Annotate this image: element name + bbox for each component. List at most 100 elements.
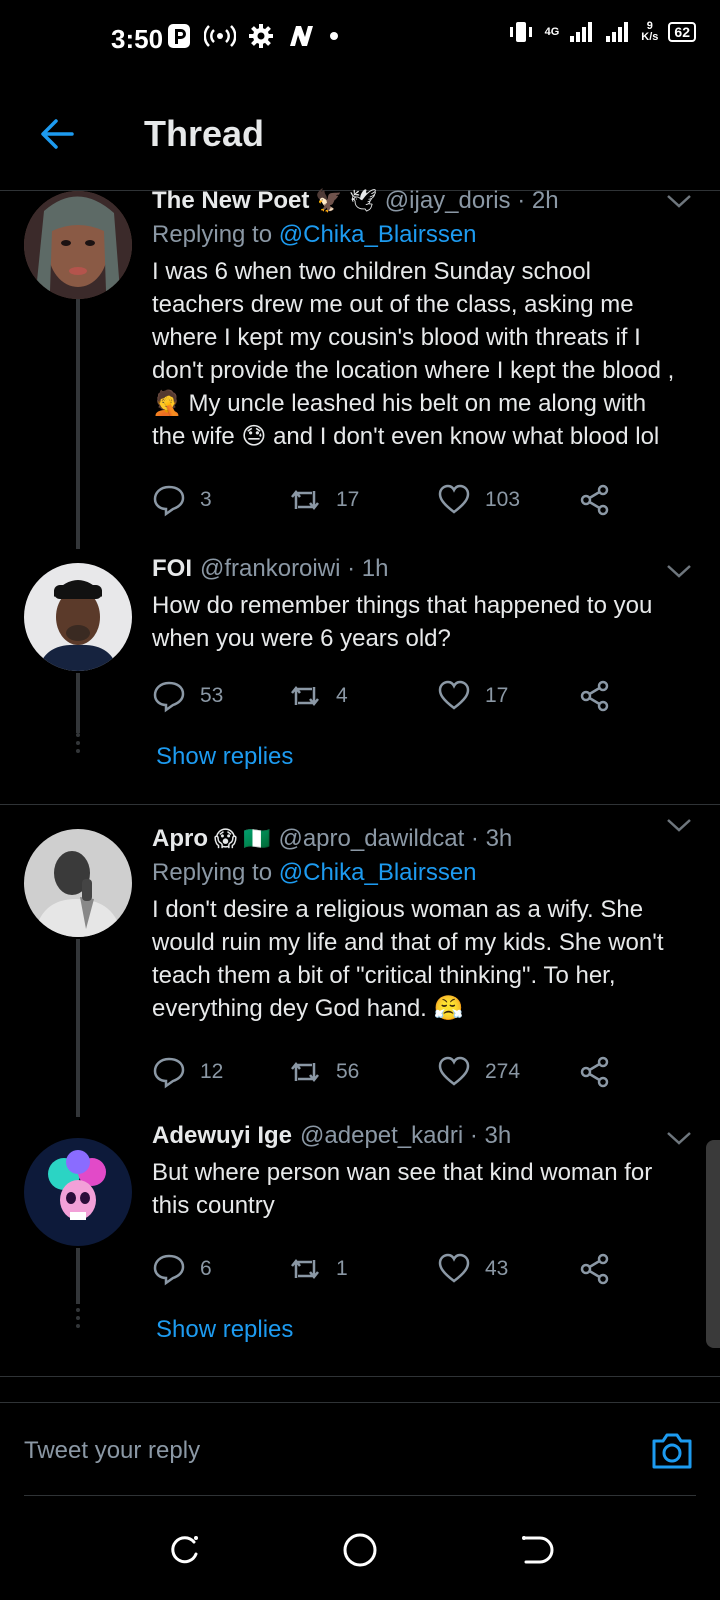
thread-line xyxy=(76,673,80,733)
mention-link[interactable]: @Chika_Blairssen xyxy=(279,221,477,248)
avatar[interactable] xyxy=(24,829,132,937)
replying-to: Replying to @Chika_Blairssen xyxy=(152,859,692,887)
author-handle-time[interactable]: @ijay_doris · 2h xyxy=(385,187,559,215)
show-replies-link[interactable]: Show replies xyxy=(156,1316,293,1344)
replying-prefix: Replying to xyxy=(152,221,279,248)
reply-button[interactable]: 53 xyxy=(152,679,223,713)
retweet-count: 1 xyxy=(336,1257,348,1280)
recent-apps-icon[interactable] xyxy=(164,1530,204,1570)
share-button[interactable] xyxy=(578,483,612,517)
like-button[interactable]: 103 xyxy=(437,483,520,517)
tweet-text-line: this country xyxy=(152,1192,275,1219)
back-arrow-icon[interactable] xyxy=(38,115,76,153)
retweet-button[interactable]: 4 xyxy=(288,679,348,713)
reply-button[interactable]: 6 xyxy=(152,1252,212,1286)
back-nav-icon[interactable] xyxy=(516,1530,556,1570)
retweet-icon xyxy=(291,1258,319,1280)
chevron-down-icon[interactable] xyxy=(666,1130,692,1146)
thread-continuation-dots xyxy=(74,733,82,753)
avatar[interactable] xyxy=(24,1138,132,1246)
author-name[interactable]: Apro xyxy=(152,825,208,853)
thread-header: Thread xyxy=(0,95,720,191)
tweet-body: Apro 😱 🇳🇬 @apro_dawildcat · 3h Replying … xyxy=(152,825,692,1025)
reply-count: 6 xyxy=(200,1257,212,1280)
author-name[interactable]: FOI xyxy=(152,555,192,583)
retweet-button[interactable]: 56 xyxy=(288,1055,359,1089)
name-emoji-badges: 🦅 🕊 xyxy=(315,188,377,213)
author-handle-time[interactable]: @frankoroiwi · 1h xyxy=(200,555,388,583)
tweet[interactable]: FOI @frankoroiwi · 1h How do remember th… xyxy=(0,555,720,805)
show-replies-link[interactable]: Show replies xyxy=(156,743,293,771)
status-bar: 3:50 4G 9 K/s 62 xyxy=(0,0,720,80)
retweet-button[interactable]: 1 xyxy=(288,1252,348,1286)
thread-line xyxy=(76,299,80,549)
tweet-text-line: the wife 😓 and I don't even know what bl… xyxy=(152,423,660,450)
settings-icon xyxy=(249,24,273,48)
camera-icon[interactable] xyxy=(650,1431,694,1471)
share-button[interactable] xyxy=(578,1252,612,1286)
share-button[interactable] xyxy=(578,1055,612,1089)
n-app-icon xyxy=(290,26,313,46)
tweet-header: Apro 😱 🇳🇬 @apro_dawildcat · 3h xyxy=(152,825,692,853)
scrollbar-thumb[interactable] xyxy=(706,1140,720,1348)
tweet-text-line: teach them a bit of "critical thinking".… xyxy=(152,962,616,989)
tweet-text-line: everything dey God hand. 😤 xyxy=(152,995,464,1022)
tweet-header: The New Poet 🦅 🕊 @ijay_doris · 2h xyxy=(152,187,692,215)
reply-icon xyxy=(153,681,185,713)
tweet-text: How do remember things that happened to … xyxy=(152,589,692,655)
avatar[interactable] xyxy=(24,563,132,671)
hotspot-icon xyxy=(204,25,236,47)
status-left-icons xyxy=(166,22,340,50)
like-button[interactable]: 43 xyxy=(437,1252,508,1286)
tweet-text-line: would ruin my life and that of my kids. … xyxy=(152,929,664,956)
mention-link[interactable]: @Chika_Blairssen xyxy=(279,859,477,886)
like-button[interactable]: 17 xyxy=(437,679,508,713)
tweet-actions: 53 4 17 xyxy=(152,679,612,715)
tweet-text-line: don't provide the location where I kept … xyxy=(152,357,675,384)
share-button[interactable] xyxy=(578,679,612,713)
retweet-count: 17 xyxy=(336,488,360,511)
system-nav-bar xyxy=(0,1500,720,1600)
status-time: 3:50 xyxy=(111,24,164,54)
tweet-text: But where person wan see that kind woman… xyxy=(152,1156,692,1222)
vibrate-icon xyxy=(509,22,532,42)
signal-icon xyxy=(570,22,593,42)
tweet[interactable]: The New Poet 🦅 🕊 @ijay_doris · 2h Replyi… xyxy=(0,187,720,549)
reply-count: 53 xyxy=(200,684,224,707)
heart-icon xyxy=(438,680,470,710)
tweet-text-line: I was 6 when two children Sunday school xyxy=(152,258,591,285)
tweet-actions: 3 17 103 xyxy=(152,483,612,519)
tweet-text-line: I don't desire a religious woman as a wi… xyxy=(152,896,644,923)
heart-icon xyxy=(438,1253,470,1283)
thread-divider xyxy=(0,804,720,805)
thread-continuation-dots xyxy=(74,1308,82,1328)
tweet[interactable]: Apro 😱 🇳🇬 @apro_dawildcat · 3h Replying … xyxy=(0,819,720,1117)
reply-input[interactable]: Tweet your reply xyxy=(24,1437,200,1465)
chevron-down-icon[interactable] xyxy=(666,193,692,209)
tweet-text-line: How do remember things that happened to … xyxy=(152,592,653,619)
signal-2-icon xyxy=(606,22,629,42)
tweet-header: Adewuyi Ige @adepet_kadri · 3h xyxy=(152,1122,692,1150)
chevron-down-icon[interactable] xyxy=(666,817,692,833)
chevron-down-icon[interactable] xyxy=(666,563,692,579)
like-count: 43 xyxy=(485,1257,509,1280)
reply-icon xyxy=(153,1254,185,1286)
home-icon[interactable] xyxy=(340,1530,380,1570)
author-name[interactable]: Adewuyi Ige xyxy=(152,1122,292,1150)
like-count: 274 xyxy=(485,1060,521,1083)
like-button[interactable]: 274 xyxy=(437,1055,520,1089)
reply-button[interactable]: 3 xyxy=(152,483,212,517)
retweet-button[interactable]: 17 xyxy=(288,483,359,517)
tweet-text: I don't desire a religious woman as a wi… xyxy=(152,893,692,1025)
page-title: Thread xyxy=(144,113,265,154)
reply-icon xyxy=(153,1057,185,1089)
reply-button[interactable]: 12 xyxy=(152,1055,223,1089)
tweet-body: FOI @frankoroiwi · 1h How do remember th… xyxy=(152,555,692,655)
tweet-body: The New Poet 🦅 🕊 @ijay_doris · 2h Replyi… xyxy=(152,187,692,453)
author-handle-time[interactable]: @apro_dawildcat · 3h xyxy=(278,825,512,853)
author-handle-time[interactable]: @adepet_kadri · 3h xyxy=(300,1122,511,1150)
avatar[interactable] xyxy=(24,191,132,299)
like-count: 103 xyxy=(485,488,521,511)
author-name[interactable]: The New Poet xyxy=(152,187,309,215)
tweet[interactable]: Adewuyi Ige @adepet_kadri · 3h But where… xyxy=(0,1122,720,1362)
